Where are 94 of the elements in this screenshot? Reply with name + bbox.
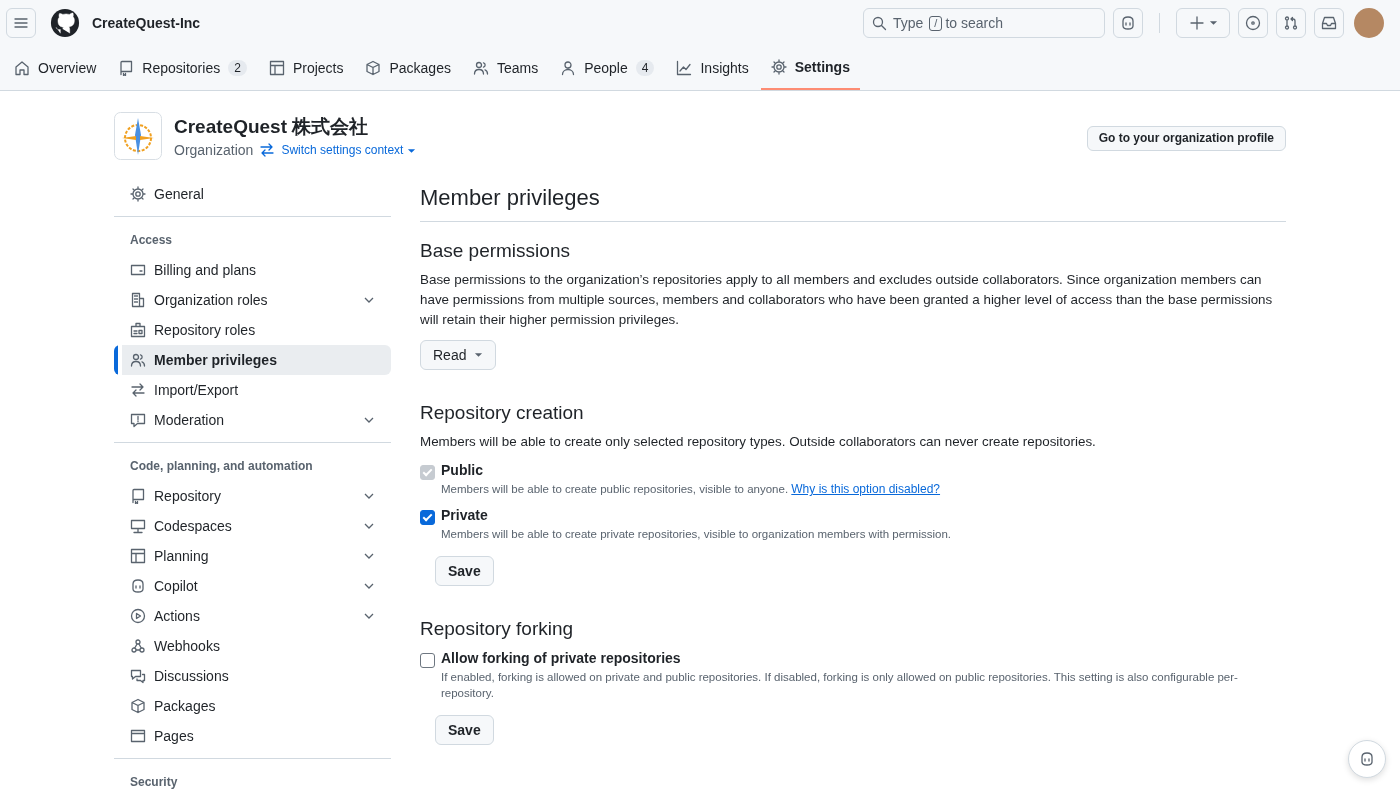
caret-icon — [1208, 20, 1218, 26]
checkbox[interactable] — [420, 653, 435, 668]
org-name[interactable]: CreateQuest-Inc — [92, 15, 201, 31]
menu-icon — [13, 15, 29, 31]
nav-tab[interactable]: Projects — [258, 46, 354, 90]
pull-request-icon — [1283, 15, 1299, 31]
robot-face-button[interactable] — [1348, 740, 1386, 778]
section-heading: Repository forking — [420, 618, 575, 640]
sidebar-item[interactable]: Copilot — [122, 571, 391, 601]
speech-bubble-icon — [130, 412, 146, 428]
browser-icon — [130, 728, 146, 744]
org-title: CreateQuest 株式会社 — [174, 115, 370, 139]
nav-tab[interactable]: Packages — [355, 46, 461, 90]
person-icon — [560, 60, 577, 76]
sidebar-item[interactable]: Webhooks — [122, 631, 391, 661]
pull-requests-button[interactable] — [1276, 8, 1306, 38]
switch-context-link[interactable]: Switch settings context — [281, 143, 416, 157]
inbox-button[interactable] — [1314, 8, 1344, 38]
section-heading: Repository creation — [420, 402, 585, 424]
option-description: Members will be able to create private repositories, visible to organization members with permission. — [441, 527, 952, 542]
credit-card-icon — [130, 262, 146, 278]
sidebar-item[interactable]: Actions — [122, 601, 391, 631]
sidebar-item[interactable]: Pages — [122, 721, 391, 751]
option-label: Allow forking of private repositories — [441, 650, 682, 666]
package-icon — [130, 698, 146, 714]
arrows-icon — [130, 382, 146, 398]
option-description: Members will be able to create public repositories, visible to anyone. Why is this option disabled? — [441, 481, 941, 497]
nav-tab[interactable]: Repositories 2 — [108, 46, 257, 90]
menu-button[interactable] — [6, 8, 36, 38]
nav-tab[interactable]: Teams — [462, 46, 549, 90]
sidebar-item[interactable]: Packages — [122, 691, 391, 721]
sidebar-item[interactable]: Organization roles — [122, 285, 391, 315]
sidebar-item[interactable]: Codespaces — [122, 511, 391, 541]
package-icon — [365, 60, 382, 76]
nav-tab[interactable]: Overview — [4, 46, 107, 90]
gear-icon — [130, 186, 146, 202]
caret-icon — [474, 352, 484, 358]
table-icon — [268, 60, 285, 76]
org-profile-button[interactable]: Go to your organization profile — [1086, 125, 1286, 151]
sidebar-heading: Security — [129, 774, 179, 791]
robot-face-icon — [1359, 751, 1375, 767]
robot-face-button[interactable] — [1113, 8, 1143, 38]
caret-icon — [406, 148, 416, 154]
book-icon — [130, 488, 146, 504]
save-button[interactable]: Save — [435, 715, 494, 745]
compass-logo-icon — [114, 112, 162, 160]
save-button[interactable]: Save — [435, 556, 494, 586]
play-icon — [130, 608, 146, 624]
building-icon — [130, 292, 146, 308]
monitor-icon — [130, 518, 146, 534]
chat-bubbles-icon — [130, 668, 146, 684]
people-icon — [130, 352, 146, 368]
robot-face-icon — [130, 578, 146, 594]
switch-icon — [259, 142, 276, 158]
graph-icon — [676, 60, 693, 76]
book-icon — [118, 60, 135, 76]
nav-tab[interactable]: Insights — [666, 46, 759, 90]
sidebar-item[interactable]: Planning — [122, 541, 391, 571]
create-new-button[interactable] — [1176, 8, 1230, 38]
nav-tab[interactable]: People 4 — [550, 46, 665, 90]
sidebar-item[interactable]: General — [122, 179, 391, 209]
sidebar-item[interactable]: Import/Export — [122, 375, 391, 405]
people-icon — [472, 60, 489, 76]
nav-tab[interactable]: Settings — [760, 46, 860, 90]
avatar[interactable] — [1354, 8, 1384, 38]
gear-icon — [770, 59, 787, 75]
table-icon — [130, 548, 146, 564]
issues-button[interactable] — [1238, 8, 1268, 38]
search-icon — [871, 15, 887, 31]
section-description: Base permissions to the organization’s repositories apply to all members and excludes outside collaborators. Since organization members can have permissions from multiple sources, members and collaborators who have been granted a higher level of access than the base permissions will retain their higher permission privileges. — [420, 271, 1274, 329]
logo-icon[interactable] — [50, 8, 80, 38]
option-label: Private — [441, 507, 489, 523]
inbox-icon — [1321, 15, 1337, 31]
option-description: If enabled, forking is allowed on private and public repositories. If disabled, forking is only allowed on public repositories. This setting is also configurable per-repository. — [441, 670, 1239, 701]
permission-dropdown[interactable]: Read — [420, 340, 497, 370]
sidebar-heading: Code, planning, and automation — [129, 458, 314, 475]
id-badge-icon — [130, 322, 146, 338]
section-heading: Base permissions — [420, 240, 571, 262]
home-icon — [14, 60, 30, 76]
nodes-icon — [130, 638, 146, 654]
sidebar-heading: Access — [129, 232, 174, 249]
search-field[interactable]: Type / to search — [863, 8, 1105, 38]
plus-icon — [1188, 15, 1205, 31]
org-type: Organization — [174, 142, 254, 158]
sidebar-item[interactable]: Billing and plans — [122, 255, 391, 285]
sidebar-item[interactable]: Discussions — [122, 661, 391, 691]
sidebar-item[interactable]: Repository — [122, 481, 391, 511]
robot-face-icon — [1120, 15, 1136, 31]
sidebar-item[interactable]: Moderation — [122, 405, 391, 435]
option-label: Public — [441, 462, 484, 478]
checkbox[interactable] — [420, 510, 435, 525]
section-description: Members will be able to create only selected repository types. Outside collaborators can never create repositories. — [420, 433, 1097, 451]
page-title: Member privileges — [420, 185, 1286, 222]
sidebar-item[interactable]: Repository roles — [122, 315, 391, 345]
